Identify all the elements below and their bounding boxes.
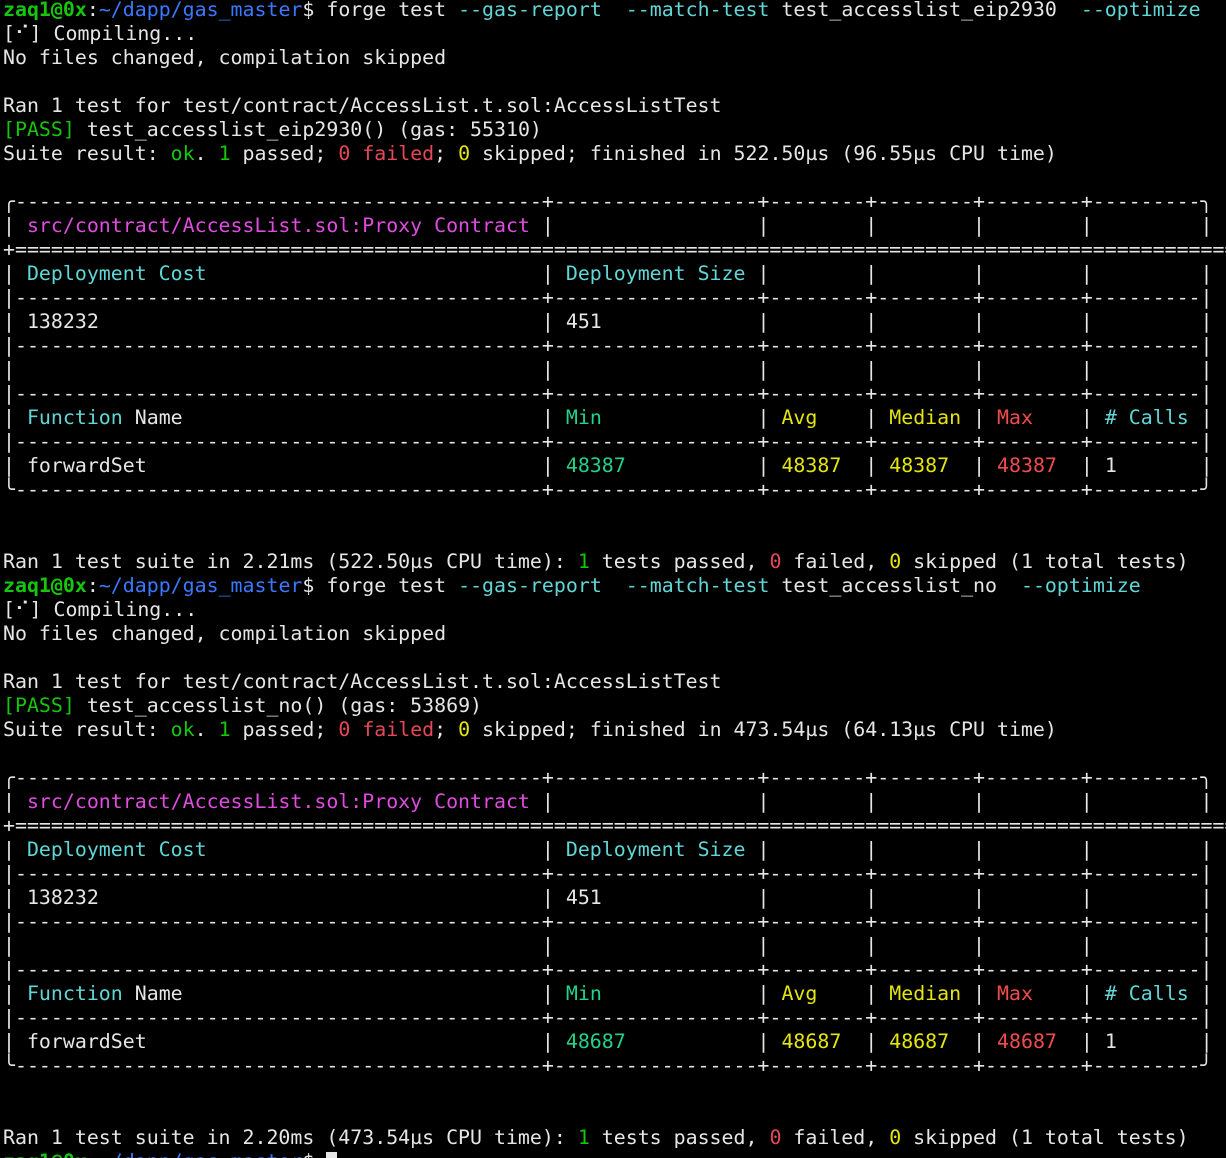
compile-skip-message: No files changed, compilation skipped <box>3 622 447 645</box>
table-row: | 138232 | 451 | | | | | <box>3 886 1213 909</box>
table-title-row: | src/contract/AccessList.sol:Proxy Cont… <box>3 790 1213 813</box>
table-header-row: | Deployment Cost | Deployment Size | | … <box>3 262 1213 285</box>
contract-name: src/contract/AccessList.sol:Proxy Contra… <box>26 214 530 237</box>
command-line: zaq1@0x:~/dapp/gas_master$ forge test --… <box>3 0 1201 21</box>
terminal-window[interactable]: zaq1@0x:~/dapp/gas_master$ forge test --… <box>0 0 1226 1158</box>
table-header-row: | Deployment Cost | Deployment Size | | … <box>3 838 1213 861</box>
command-line[interactable]: zaq1@0x:~/dapp/gas_master$ <box>3 1150 338 1158</box>
pass-tag: [PASS] <box>3 694 75 717</box>
command-arg: test_accesslist_eip2930 <box>781 0 1057 21</box>
prompt-path: ~/dapp/gas_master <box>98 574 303 597</box>
ran-test-line: Ran 1 test for test/contract/AccessList.… <box>3 94 722 117</box>
command-flag: --gas-report <box>458 574 602 597</box>
table-title-row: | src/contract/AccessList.sol:Proxy Cont… <box>3 214 1213 237</box>
command-flag: --optimize <box>1020 574 1141 597</box>
summary-line: Ran 1 test suite in 2.21ms (522.50µs CPU… <box>3 550 1189 573</box>
command: forge test <box>326 0 447 21</box>
command: forge test <box>326 574 447 597</box>
command-flag: --match-test <box>625 574 770 597</box>
prompt-user-host: zaq1@0x <box>3 0 87 21</box>
command-line: zaq1@0x:~/dapp/gas_master$ forge test --… <box>3 574 1141 597</box>
ok-status: ok <box>170 142 195 165</box>
test-pass-line: [PASS] test_accesslist_no() (gas: 53869) <box>3 694 483 717</box>
pass-tag: [PASS] <box>3 118 75 141</box>
table-row: | forwardSet | 48387 | 48387 | 48387 | 4… <box>3 454 1213 477</box>
table-row: | forwardSet | 48687 | 48687 | 48687 | 4… <box>3 1030 1213 1053</box>
compile-skip-message: No files changed, compilation skipped <box>3 46 447 69</box>
table-row: | 138232 | 451 | | | | | <box>3 310 1213 333</box>
compiling-status: [⠊] Compiling... <box>3 598 198 621</box>
table-header-row: | Function Name | Min | Avg | Median | M… <box>3 982 1213 1005</box>
prompt-path: ~/dapp/gas_master <box>98 0 303 21</box>
contract-name: src/contract/AccessList.sol:Proxy Contra… <box>26 790 530 813</box>
suite-result-line: Suite result: ok. 1 passed; 0 failed; 0 … <box>3 142 1057 165</box>
table-header-row: | Function Name | Min | Avg | Median | M… <box>3 406 1213 429</box>
prompt-path: ~/dapp/gas_master <box>99 1150 303 1158</box>
command-flag: --optimize <box>1080 0 1201 21</box>
table-row: | | | | | | | <box>3 358 1213 381</box>
summary-line: Ran 1 test suite in 2.20ms (473.54µs CPU… <box>3 1126 1189 1149</box>
command-flag: --gas-report <box>458 0 602 21</box>
command-flag: --match-test <box>625 0 770 21</box>
ran-test-line: Ran 1 test for test/contract/AccessList.… <box>3 670 722 693</box>
test-pass-line: [PASS] test_accesslist_eip2930() (gas: 5… <box>3 118 542 141</box>
prompt-user-host: zaq1@0x <box>3 574 87 597</box>
ok-status: ok <box>170 718 195 741</box>
compiling-status: [⠊] Compiling... <box>3 22 198 45</box>
suite-result-line: Suite result: ok. 1 passed; 0 failed; 0 … <box>3 718 1057 741</box>
table-row: | | | | | | | <box>3 934 1213 957</box>
text-cursor <box>326 1152 338 1158</box>
command-arg: test_accesslist_no <box>781 574 998 597</box>
prompt-user-host: zaq1@0x <box>3 1150 87 1158</box>
